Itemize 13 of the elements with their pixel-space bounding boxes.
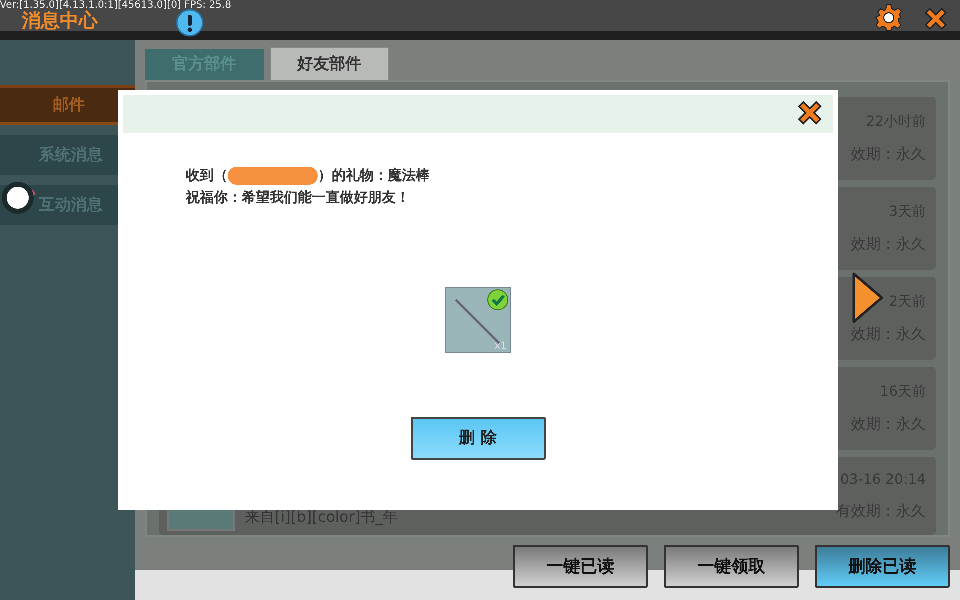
page-title: 消息中心	[22, 10, 98, 34]
item-count: x1	[494, 341, 507, 352]
settings-icon[interactable]	[874, 2, 904, 32]
debug-text: Ver:[1.35.0][4.13.1.0:1][45613.0][0] FPS: 25.8	[0, 0, 232, 11]
next-arrow-icon[interactable]	[852, 272, 884, 324]
gift-message-line: 收到（ ）的礼物：魔法棒	[186, 167, 431, 185]
delete-button[interactable]: 删 除	[410, 417, 546, 460]
action-button[interactable]: 删除已读	[815, 545, 950, 588]
gift-message-line: 祝福你：希望我们能一直做好朋友！	[186, 189, 411, 207]
action-button[interactable]: 一键领取	[664, 545, 799, 588]
tab[interactable]: 好友部件	[270, 47, 389, 80]
action-button[interactable]: 一键已读	[513, 545, 648, 588]
info-icon[interactable]	[176, 8, 204, 36]
